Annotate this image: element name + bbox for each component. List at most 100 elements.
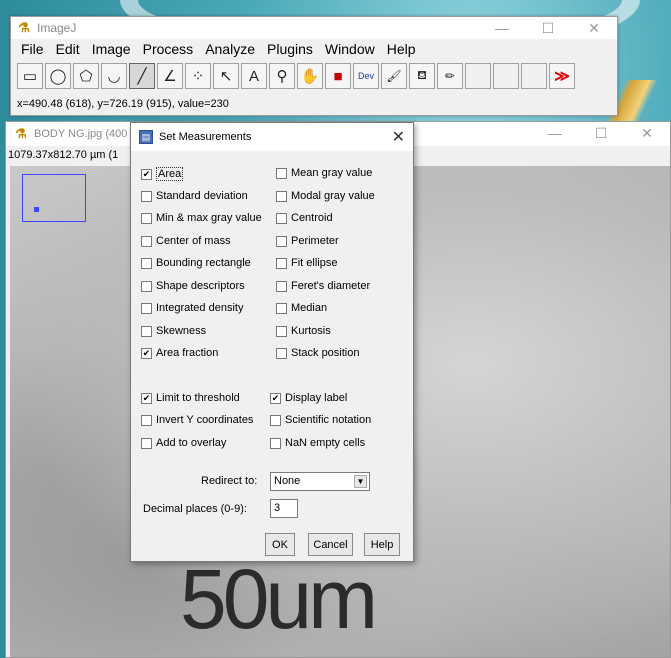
empty-tool-slot[interactable] — [465, 63, 491, 89]
checkbox-box[interactable] — [141, 280, 152, 292]
checkbox-label: Mean gray value — [291, 167, 373, 179]
checkbox-label: Feret's diameter — [291, 280, 371, 292]
checkbox-add-to-overlay[interactable]: Add to overlay — [141, 437, 226, 449]
checkbox-area-fraction[interactable]: Area fraction — [141, 347, 218, 359]
checkbox-label: Invert Y coordinates — [156, 414, 254, 426]
developer-menu-icon[interactable]: Dev — [353, 63, 379, 89]
angle-tool-icon[interactable]: ∠ — [157, 63, 183, 89]
checkbox-display-label[interactable]: Display label — [270, 392, 347, 404]
checkbox-box[interactable] — [141, 414, 152, 426]
maximize-button[interactable]: ☐ — [525, 17, 571, 39]
decimal-places-input[interactable]: 3 — [270, 499, 298, 518]
dialog-close-button[interactable]: ✕ — [392, 127, 405, 147]
checkbox-invert-y[interactable]: Invert Y coordinates — [141, 414, 253, 426]
checkbox-box[interactable] — [276, 167, 287, 179]
more-tools-icon[interactable]: ≫ — [549, 63, 575, 89]
checkbox-centroid[interactable]: Centroid — [276, 212, 333, 224]
hand-tool-icon[interactable]: ✋ — [297, 63, 323, 89]
checkbox-skewness[interactable]: Skewness — [141, 325, 206, 337]
checkbox-box[interactable] — [270, 392, 281, 404]
checkbox-box[interactable] — [141, 347, 152, 359]
checkbox-nan-empty-cells[interactable]: NaN empty cells — [270, 437, 365, 449]
checkbox-perimeter[interactable]: Perimeter — [276, 235, 339, 247]
close-button[interactable]: ✕ — [571, 17, 617, 39]
dialog-app-icon: ▤ — [139, 130, 153, 144]
menu-plugins[interactable]: Plugins — [261, 41, 319, 57]
menu-process[interactable]: Process — [137, 41, 200, 57]
maximize-button[interactable]: ☐ — [578, 122, 624, 144]
magnifier-tool-icon[interactable]: ⚲ — [269, 63, 295, 89]
checkbox-shape-descriptors[interactable]: Shape descriptors — [141, 280, 245, 292]
minimize-button[interactable]: — — [532, 122, 578, 144]
wand-tool-icon[interactable]: ↖ — [213, 63, 239, 89]
checkbox-median[interactable]: Median — [276, 302, 327, 314]
menu-window[interactable]: Window — [319, 41, 381, 57]
checkbox-box[interactable] — [276, 235, 287, 247]
checkbox-fit-ellipse[interactable]: Fit ellipse — [276, 257, 337, 269]
menu-image[interactable]: Image — [86, 41, 137, 57]
checkbox-min-max[interactable]: Min & max gray value — [141, 212, 262, 224]
checkbox-box[interactable] — [276, 257, 287, 269]
checkbox-box[interactable] — [276, 325, 287, 337]
checkbox-box[interactable] — [141, 235, 152, 247]
checkbox-box[interactable] — [141, 325, 152, 337]
checkbox-box[interactable] — [141, 437, 152, 449]
dropdown-arrow-icon[interactable]: ▼ — [354, 475, 367, 488]
dialog-titlebar: ▤ Set Measurements ✕ — [131, 123, 413, 151]
main-window-controls: — ☐ ✕ — [479, 17, 617, 39]
freehand-tool-icon[interactable]: ◡ — [101, 63, 127, 89]
minimize-button[interactable]: — — [479, 17, 525, 39]
checkbox-integrated-density[interactable]: Integrated density — [141, 302, 243, 314]
checkbox-modal-gray[interactable]: Modal gray value — [276, 190, 375, 202]
checkbox-box[interactable] — [141, 212, 152, 224]
checkbox-label: Area fraction — [156, 347, 219, 359]
menu-file[interactable]: File — [15, 41, 50, 57]
checkbox-box[interactable] — [270, 414, 281, 426]
zoom-navigator[interactable] — [22, 174, 86, 222]
checkbox-box[interactable] — [276, 212, 287, 224]
line-tool-icon[interactable]: ╱ — [129, 63, 155, 89]
close-button[interactable]: ✕ — [624, 122, 670, 144]
menu-analyze[interactable]: Analyze — [199, 41, 261, 57]
checkbox-kurtosis[interactable]: Kurtosis — [276, 325, 331, 337]
empty-tool-slot[interactable] — [521, 63, 547, 89]
menu-help[interactable]: Help — [381, 41, 422, 57]
ok-button[interactable]: OK — [265, 533, 295, 556]
checkbox-bounding-rectangle[interactable]: Bounding rectangle — [141, 257, 251, 269]
checkbox-box[interactable] — [270, 437, 281, 449]
checkbox-area[interactable]: Area — [141, 167, 184, 181]
checkbox-box[interactable] — [141, 302, 152, 314]
flood-fill-tool-icon[interactable]: ⛾ — [409, 63, 435, 89]
checkbox-center-of-mass[interactable]: Center of mass — [141, 235, 231, 247]
text-tool-icon[interactable]: A — [241, 63, 267, 89]
rectangle-tool-icon[interactable]: ▭ — [17, 63, 43, 89]
checkbox-box[interactable] — [276, 302, 287, 314]
checkbox-mean-gray[interactable]: Mean gray value — [276, 167, 372, 179]
menu-edit[interactable]: Edit — [50, 41, 86, 57]
navigator-viewport[interactable] — [34, 207, 39, 212]
empty-tool-slot[interactable] — [493, 63, 519, 89]
polygon-tool-icon[interactable]: ⬠ — [73, 63, 99, 89]
checkbox-box[interactable] — [276, 347, 287, 359]
checkbox-scientific-notation[interactable]: Scientific notation — [270, 414, 371, 426]
brush-tool-icon[interactable]: 🖌 — [381, 63, 407, 89]
checkbox-label: Min & max gray value — [156, 212, 262, 224]
help-button[interactable]: Help — [364, 533, 400, 556]
checkbox-box[interactable] — [276, 280, 287, 292]
checkbox-box[interactable] — [141, 257, 152, 269]
checkbox-stack-position[interactable]: Stack position — [276, 347, 359, 359]
checkbox-label: Shape descriptors — [156, 280, 245, 292]
color-picker-tool-icon[interactable]: ■ — [325, 63, 351, 89]
checkbox-ferets-diameter[interactable]: Feret's diameter — [276, 280, 370, 292]
checkbox-standard-deviation[interactable]: Standard deviation — [141, 190, 248, 202]
checkbox-box[interactable] — [276, 190, 287, 202]
cancel-button[interactable]: Cancel — [308, 533, 353, 556]
checkbox-box[interactable] — [141, 190, 152, 202]
checkbox-limit-to-threshold[interactable]: Limit to threshold — [141, 392, 240, 404]
checkbox-box[interactable] — [141, 168, 152, 180]
redirect-select[interactable]: None ▼ — [270, 472, 370, 491]
checkbox-box[interactable] — [141, 392, 152, 404]
oval-tool-icon[interactable]: ◯ — [45, 63, 71, 89]
point-tool-icon[interactable]: ⁘ — [185, 63, 211, 89]
pencil-tool-icon[interactable]: ✏ — [437, 63, 463, 89]
